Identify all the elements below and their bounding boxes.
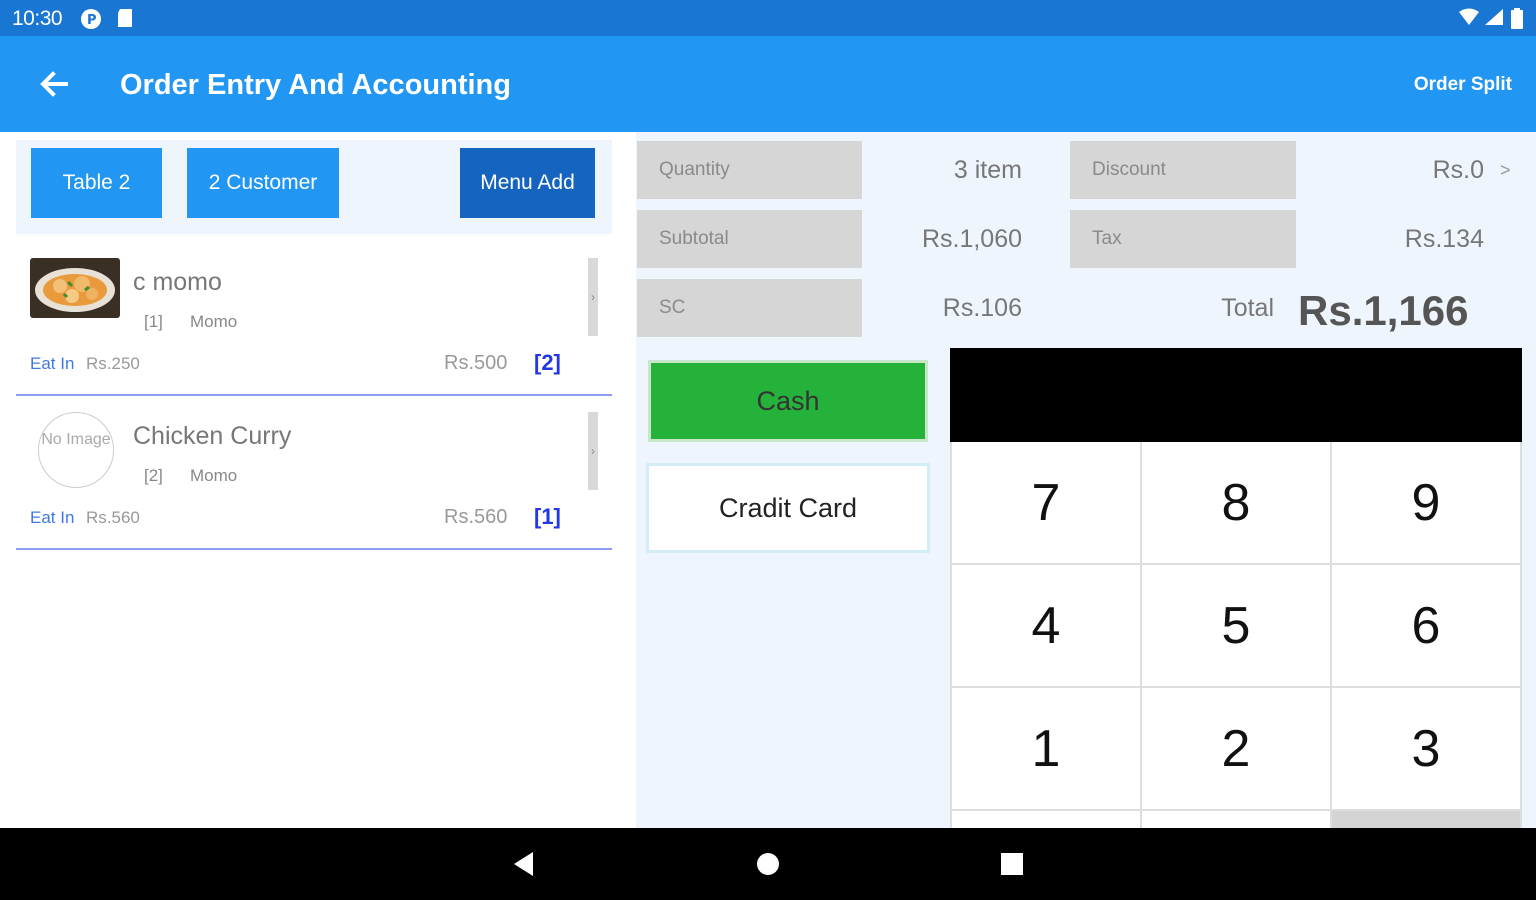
- total-label: Total: [1221, 294, 1274, 322]
- customer-button[interactable]: 2 Customer: [187, 148, 339, 218]
- back-arrow-icon[interactable]: [36, 66, 72, 102]
- key-7[interactable]: 7: [952, 442, 1140, 563]
- nav-recents-button[interactable]: [982, 828, 1042, 900]
- notification-icon: P: [81, 9, 101, 29]
- quantity-label: Quantity: [637, 141, 862, 199]
- key-8[interactable]: 8: [1142, 442, 1330, 563]
- discount-label[interactable]: Discount: [1070, 141, 1296, 199]
- item-unit-price: Rs.250: [86, 354, 140, 373]
- no-image-placeholder: No Image: [38, 412, 114, 488]
- back-triangle-icon: [514, 852, 533, 876]
- page-title: Order Entry And Accounting: [120, 69, 511, 101]
- discount-chevron-icon[interactable]: >: [1500, 160, 1511, 181]
- signal-icon: [1485, 9, 1503, 25]
- key-4[interactable]: 4: [952, 565, 1140, 686]
- nav-home-button[interactable]: [738, 828, 798, 900]
- subtotal-label: Subtotal: [637, 210, 862, 268]
- item-name: c momo: [133, 268, 222, 296]
- item-category: Momo: [190, 466, 238, 485]
- nav-back-button[interactable]: [494, 828, 554, 900]
- svg-text:P: P: [87, 13, 97, 28]
- eat-in-label: Eat In: [30, 508, 75, 527]
- menu-add-button[interactable]: Menu Add: [460, 148, 595, 218]
- eat-in-label: Eat In: [30, 354, 75, 373]
- item-qty-tag: [2]: [144, 466, 163, 485]
- key-2[interactable]: 2: [1142, 688, 1330, 809]
- credit-card-button[interactable]: Cradit Card: [646, 463, 930, 553]
- quantity-value: 3 item: [953, 156, 1022, 184]
- key-5[interactable]: 5: [1142, 565, 1330, 686]
- sc-value: Rs.106: [942, 294, 1022, 322]
- subtotal-value: Rs.1,060: [921, 225, 1022, 253]
- item-name: Chicken Curry: [133, 422, 292, 450]
- amount-display: [950, 348, 1522, 442]
- table-button[interactable]: Table 2: [31, 148, 162, 218]
- tax-label: Tax: [1070, 210, 1296, 268]
- food-image-icon: [30, 258, 120, 318]
- item-expand-handle[interactable]: ›: [588, 412, 598, 490]
- wifi-icon: [1459, 8, 1479, 25]
- system-nav-bar: [0, 828, 1536, 900]
- cash-button[interactable]: Cash: [648, 360, 928, 442]
- sc-label: SC: [637, 279, 862, 337]
- item-count: [1]: [534, 504, 561, 529]
- item-thumbnail: [30, 258, 120, 318]
- item-category: Momo: [190, 312, 238, 331]
- key-9[interactable]: 9: [1332, 442, 1520, 563]
- status-time: 10:30: [12, 7, 63, 30]
- order-split-button[interactable]: Order Split: [1414, 74, 1512, 96]
- key-6[interactable]: 6: [1332, 565, 1520, 686]
- item-amount: Rs.560: [444, 506, 508, 528]
- battery-icon: [1511, 8, 1523, 29]
- item-qty-tag: [1]: [144, 312, 163, 331]
- item-count: [2]: [534, 350, 561, 375]
- home-circle-icon: [757, 853, 779, 875]
- discount-value: Rs.0: [1432, 156, 1484, 184]
- key-1[interactable]: 1: [952, 688, 1140, 809]
- item-expand-handle[interactable]: ›: [588, 258, 598, 336]
- item-amount: Rs.500: [444, 352, 508, 374]
- key-3[interactable]: 3: [1332, 688, 1520, 809]
- numeric-keypad: 7 8 9 4 5 6 1 2 3: [950, 442, 1522, 834]
- app-bar: Order Entry And Accounting Order Split: [0, 36, 1536, 132]
- recents-square-icon: [1001, 853, 1023, 875]
- total-value: Rs.1,166: [1298, 287, 1469, 334]
- list-item[interactable]: c momo [1] Momo Eat In Rs.250 Rs.500 [2]…: [16, 248, 612, 396]
- tax-value: Rs.134: [1404, 225, 1484, 253]
- status-bar: 10:30 P: [0, 0, 1536, 36]
- item-unit-price: Rs.560: [86, 508, 140, 527]
- sd-card-icon: [118, 9, 132, 27]
- list-item[interactable]: No Image Chicken Curry [2] Momo Eat In R…: [16, 400, 612, 550]
